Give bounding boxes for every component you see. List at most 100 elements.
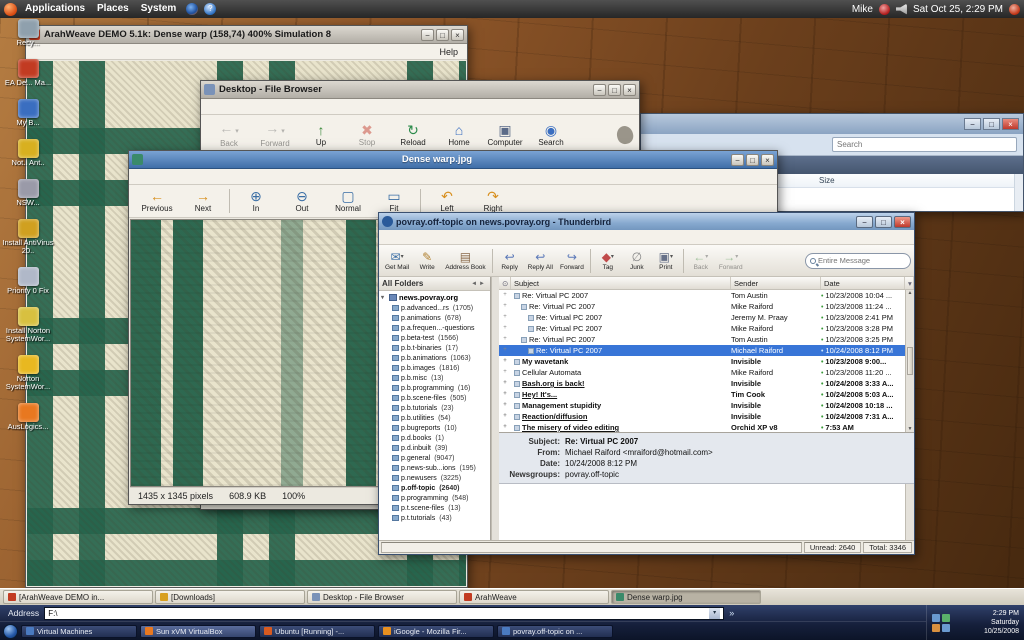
file-browser-titlebar[interactable]: Desktop - File Browser − □ × bbox=[201, 81, 639, 99]
close-button[interactable]: × bbox=[894, 216, 911, 228]
back-button[interactable]: ← Back bbox=[687, 250, 715, 271]
sender-column-header[interactable]: Sender bbox=[731, 277, 821, 289]
message-row[interactable]: + Bash.org is back! Invisible 10/24/2008… bbox=[499, 378, 905, 389]
address-go-icon[interactable]: » bbox=[729, 608, 734, 618]
previous-button[interactable]: ← Previous bbox=[135, 188, 179, 214]
message-row[interactable]: + Hey! It's... Tim Cook 10/24/2008 5:03 … bbox=[499, 389, 905, 400]
rotate-right-button[interactable]: ↷ Right bbox=[471, 188, 515, 214]
p.b.programming[interactable]: p.b.programming (16) bbox=[379, 383, 490, 393]
message-row[interactable]: + Re: Virtual PC 2007 Mike Raiford 10/23… bbox=[499, 301, 905, 312]
message-row[interactable]: + Cellular Automata Mike Raiford 10/23/2… bbox=[499, 367, 905, 378]
update-notifier-icon[interactable] bbox=[879, 4, 890, 15]
p.programming[interactable]: p.programming (548) bbox=[379, 493, 490, 503]
message-list-scrollbar[interactable]: ▲ ▼ bbox=[905, 290, 914, 432]
reply-all-button[interactable]: ↩ Reply All bbox=[525, 250, 556, 271]
address-dropdown-icon[interactable]: ▾ bbox=[709, 608, 720, 619]
maximize-button[interactable]: □ bbox=[746, 154, 759, 166]
reply-button[interactable]: ↩ Reply bbox=[496, 250, 524, 271]
p.a.frequen...-questions[interactable]: p.a.frequen...-questions bbox=[379, 323, 490, 333]
explorer-search-input[interactable] bbox=[832, 137, 1017, 152]
scroll-down-arrow[interactable]: ▼ bbox=[906, 426, 914, 432]
close-button[interactable]: × bbox=[1002, 118, 1019, 130]
taskbar-item-arahweave-demo[interactable]: [ArahWeave DEMO in... bbox=[3, 590, 153, 604]
image-viewer-titlebar[interactable]: Dense warp.jpg − □ × bbox=[129, 151, 777, 169]
p.b.scene-files[interactable]: p.b.scene-files (505) bbox=[379, 393, 490, 403]
taskbar-item-dense-warp[interactable]: Dense warp.jpg bbox=[611, 590, 761, 604]
desktop-icon-norton-anti[interactable]: Not.. Ant.. bbox=[2, 139, 54, 167]
message-row[interactable]: + Re: Virtual PC 2007 Jeremy M. Praay 10… bbox=[499, 312, 905, 323]
reload-button[interactable]: ↻ Reload bbox=[391, 120, 435, 149]
p.b.animations[interactable]: p.b.animations (1063) bbox=[379, 353, 490, 363]
antivirus-tray-icon[interactable] bbox=[942, 614, 950, 622]
print-button[interactable]: ▣ Print bbox=[652, 250, 680, 271]
minimize-button[interactable]: − bbox=[593, 84, 606, 96]
explorer-scrollbar[interactable] bbox=[1014, 174, 1023, 211]
p.b.tutorials[interactable]: p.b.tutorials (23) bbox=[379, 403, 490, 413]
message-row[interactable]: + Re: Virtual PC 2007 Michael Raiford 10… bbox=[499, 345, 905, 356]
message-row[interactable]: + Re: Virtual PC 2007 Tom Austin 10/23/2… bbox=[499, 334, 905, 345]
next-button[interactable]: → Next bbox=[181, 188, 225, 214]
p.t.scene-files[interactable]: p.t.scene-files (13) bbox=[379, 503, 490, 513]
stop-button[interactable]: ✖ Stop bbox=[345, 120, 389, 149]
desktop-icon-norton-systemworks[interactable]: Norton SystemWor... bbox=[2, 355, 54, 391]
volume-tray-icon[interactable] bbox=[942, 624, 950, 632]
expander-icon[interactable]: ▾ bbox=[381, 294, 387, 301]
p.news-sub...ions[interactable]: p.news-sub...ions (195) bbox=[379, 463, 490, 473]
zoom-out-button[interactable]: ⊖ Out bbox=[280, 188, 324, 214]
minimize-button[interactable]: − bbox=[731, 154, 744, 166]
maximize-button[interactable]: □ bbox=[436, 29, 449, 41]
network-tray-icon[interactable] bbox=[932, 614, 940, 622]
panel-clock[interactable]: Sat Oct 25, 2:29 PM bbox=[913, 4, 1003, 15]
p.b.misc[interactable]: p.b.misc (13) bbox=[379, 373, 490, 383]
desktop-icon-install-antivirus[interactable]: Install AntiVirus 20.. bbox=[2, 219, 54, 255]
p.t.tutorials[interactable]: p.t.tutorials (43) bbox=[379, 513, 490, 523]
message-row[interactable]: + Re: Virtual PC 2007 Tom Austin 10/23/2… bbox=[499, 290, 905, 301]
minimize-button[interactable]: − bbox=[964, 118, 981, 130]
logout-icon[interactable] bbox=[1009, 4, 1020, 15]
taskbar-item-downloads[interactable]: [Downloads] bbox=[155, 590, 305, 604]
desktop-icon-priority-fix[interactable]: Priority 0 Fix bbox=[2, 267, 54, 295]
news-account-row[interactable]: ▾ news.povray.org bbox=[379, 292, 490, 303]
computer-button[interactable]: ▣ Computer bbox=[483, 120, 527, 149]
desktop-icon-install-norton[interactable]: Install Norton SystemWor... bbox=[2, 307, 54, 343]
vista-task-virtualbox[interactable]: Sun xVM VirtualBox bbox=[140, 625, 256, 638]
home-button[interactable]: ⌂ Home bbox=[437, 120, 481, 149]
zoom-in-button[interactable]: ⊕ In bbox=[234, 188, 278, 214]
taskbar-item-arahweave[interactable]: ArahWeave bbox=[459, 590, 609, 604]
size-column-header[interactable]: Size bbox=[819, 176, 835, 185]
column-picker-icon[interactable]: ▾ bbox=[905, 277, 914, 289]
message-row[interactable]: + Reaction/diffusion Invisible 10/24/200… bbox=[499, 411, 905, 422]
folder-pane-scrollbar[interactable] bbox=[491, 277, 499, 540]
taskbar-item-file-browser[interactable]: Desktop - File Browser bbox=[307, 590, 457, 604]
junk-button[interactable]: ∅ Junk bbox=[623, 250, 651, 271]
date-column-header[interactable]: Date bbox=[821, 277, 905, 289]
volume-icon[interactable] bbox=[896, 4, 907, 15]
firefox-launcher-icon[interactable] bbox=[186, 3, 198, 15]
thread-column-header[interactable]: ⊙ bbox=[499, 277, 511, 289]
user-switcher[interactable]: Mike bbox=[852, 4, 873, 15]
folder-pane-header[interactable]: All Folders ◄► bbox=[379, 277, 490, 291]
p.animations[interactable]: p.animations (678) bbox=[379, 313, 490, 323]
preview-from[interactable]: Michael Raiford <mraiford@hotmail.com> bbox=[565, 447, 713, 458]
p.b.images[interactable]: p.b.images (1816) bbox=[379, 363, 490, 373]
p.newusers[interactable]: p.newusers (3225) bbox=[379, 473, 490, 483]
vista-task-thunderbird[interactable]: povray.off-topic on ... bbox=[497, 625, 613, 638]
message-row[interactable]: + Management stupidity Invisible 10/24/2… bbox=[499, 400, 905, 411]
p.beta-test[interactable]: p.beta-test (1566) bbox=[379, 333, 490, 343]
zoom-fit-button[interactable]: ▭ Fit bbox=[372, 188, 416, 214]
address-book-button[interactable]: ▤ Address Book bbox=[442, 250, 488, 271]
zoom-normal-button[interactable]: ▢ Normal bbox=[326, 188, 370, 214]
search-input[interactable] bbox=[818, 256, 906, 265]
p.bugreports[interactable]: p.bugreports (10) bbox=[379, 423, 490, 433]
panel-menu-system[interactable]: System bbox=[135, 0, 183, 18]
p.off-topic[interactable]: p.off-topic (2640) bbox=[379, 483, 490, 493]
message-row[interactable]: + Re: Virtual PC 2007 Mike Raiford 10/23… bbox=[499, 323, 905, 334]
minimize-button[interactable]: − bbox=[421, 29, 434, 41]
up-button[interactable]: ↑ Up bbox=[299, 120, 343, 149]
start-button[interactable] bbox=[3, 624, 18, 639]
vista-task-ubuntu[interactable]: Ubuntu [Running] -... bbox=[259, 625, 375, 638]
close-button[interactable]: × bbox=[761, 154, 774, 166]
folder-pane-nav-arrows[interactable]: ◄► bbox=[471, 281, 487, 287]
desktop-icon-recycler[interactable]: Recy... bbox=[2, 19, 54, 47]
distro-logo-icon[interactable] bbox=[4, 3, 17, 16]
